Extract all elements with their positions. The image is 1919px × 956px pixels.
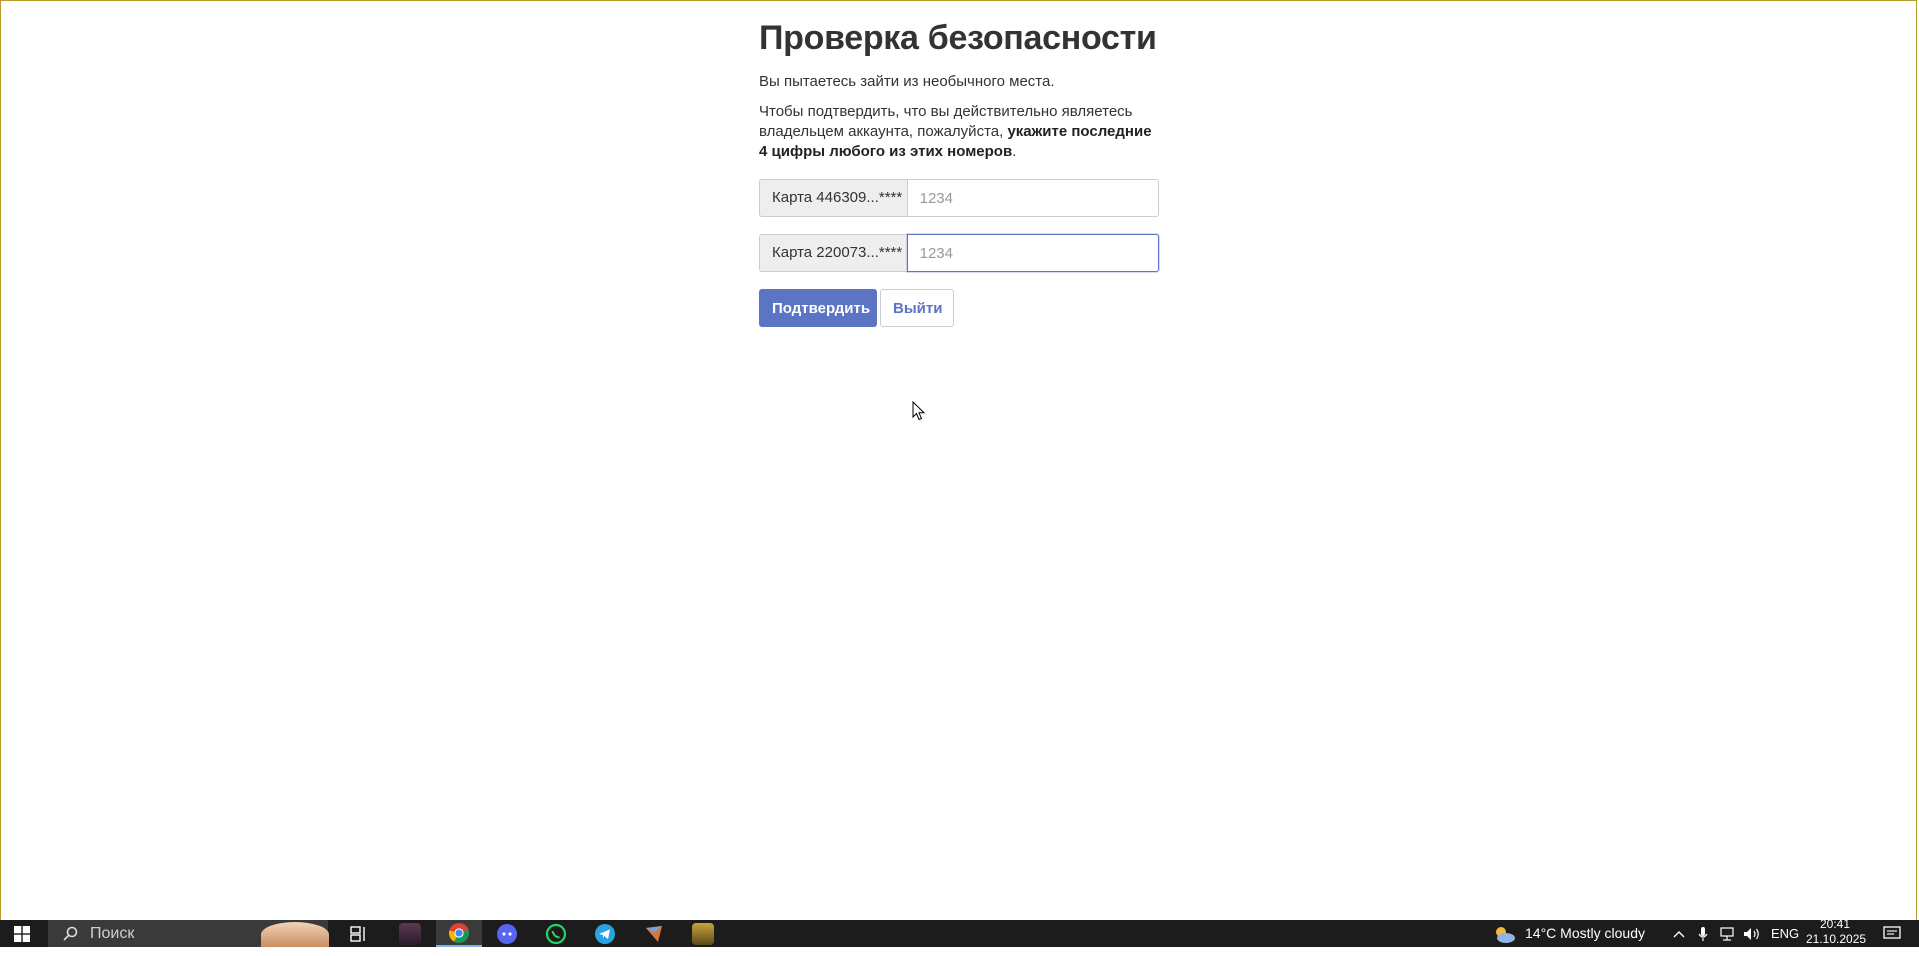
- game-launcher-icon[interactable]: [683, 920, 723, 947]
- language-indicator[interactable]: ENG: [1771, 920, 1799, 947]
- chrome-icon[interactable]: [436, 920, 482, 947]
- game-app-icon[interactable]: [390, 920, 430, 947]
- card-row-2: Карта 220073...****: [759, 234, 1159, 272]
- card-row-1: Карта 446309...****: [759, 179, 1159, 217]
- search-highlight-image: [261, 922, 329, 947]
- card-label: Карта 220073...****: [759, 234, 907, 272]
- start-button[interactable]: [0, 920, 44, 947]
- card-digits-input[interactable]: [906, 179, 1159, 217]
- search-placeholder: Поиск: [90, 924, 135, 942]
- windows-logo-icon: [14, 925, 30, 942]
- intro-text: Вы пытаетесь зайти из необычного места.: [759, 73, 1055, 90]
- weather-text[interactable]: 14°C Mostly cloudy: [1525, 920, 1645, 947]
- search-icon: [63, 926, 78, 941]
- clock-date[interactable]: 21.10.2025: [1806, 929, 1866, 956]
- card-digits-input[interactable]: [906, 234, 1159, 272]
- notifications-icon[interactable]: [1876, 920, 1908, 947]
- task-view-icon[interactable]: [340, 920, 378, 947]
- form-actions: Подтвердить Выйти: [759, 289, 1159, 327]
- page-title: Проверка безопасности: [759, 19, 1157, 57]
- weather-icon[interactable]: [1490, 920, 1518, 947]
- app-icon[interactable]: [634, 920, 674, 947]
- network-icon[interactable]: [1716, 920, 1738, 947]
- mouse-pointer-icon: [912, 401, 926, 421]
- whatsapp-icon[interactable]: [536, 920, 576, 947]
- microphone-icon[interactable]: [1693, 920, 1713, 947]
- card-label: Карта 446309...****: [759, 179, 907, 217]
- security-check-form: Проверка безопасности Вы пытаетесь зайти…: [759, 18, 1159, 327]
- instruction-suffix: .: [1012, 143, 1017, 160]
- confirm-button[interactable]: Подтвердить: [759, 289, 877, 327]
- volume-icon[interactable]: [1740, 920, 1764, 947]
- telegram-icon[interactable]: [585, 920, 625, 947]
- discord-icon[interactable]: [487, 920, 527, 947]
- windows-taskbar: Поиск 14°C Mostly cloudy ENG 20:41 21.10…: [0, 917, 1919, 947]
- instruction-text: Чтобы подтвердить, что вы действительно …: [759, 102, 1159, 162]
- chevron-up-icon[interactable]: [1668, 920, 1690, 947]
- logout-button[interactable]: Выйти: [880, 289, 954, 327]
